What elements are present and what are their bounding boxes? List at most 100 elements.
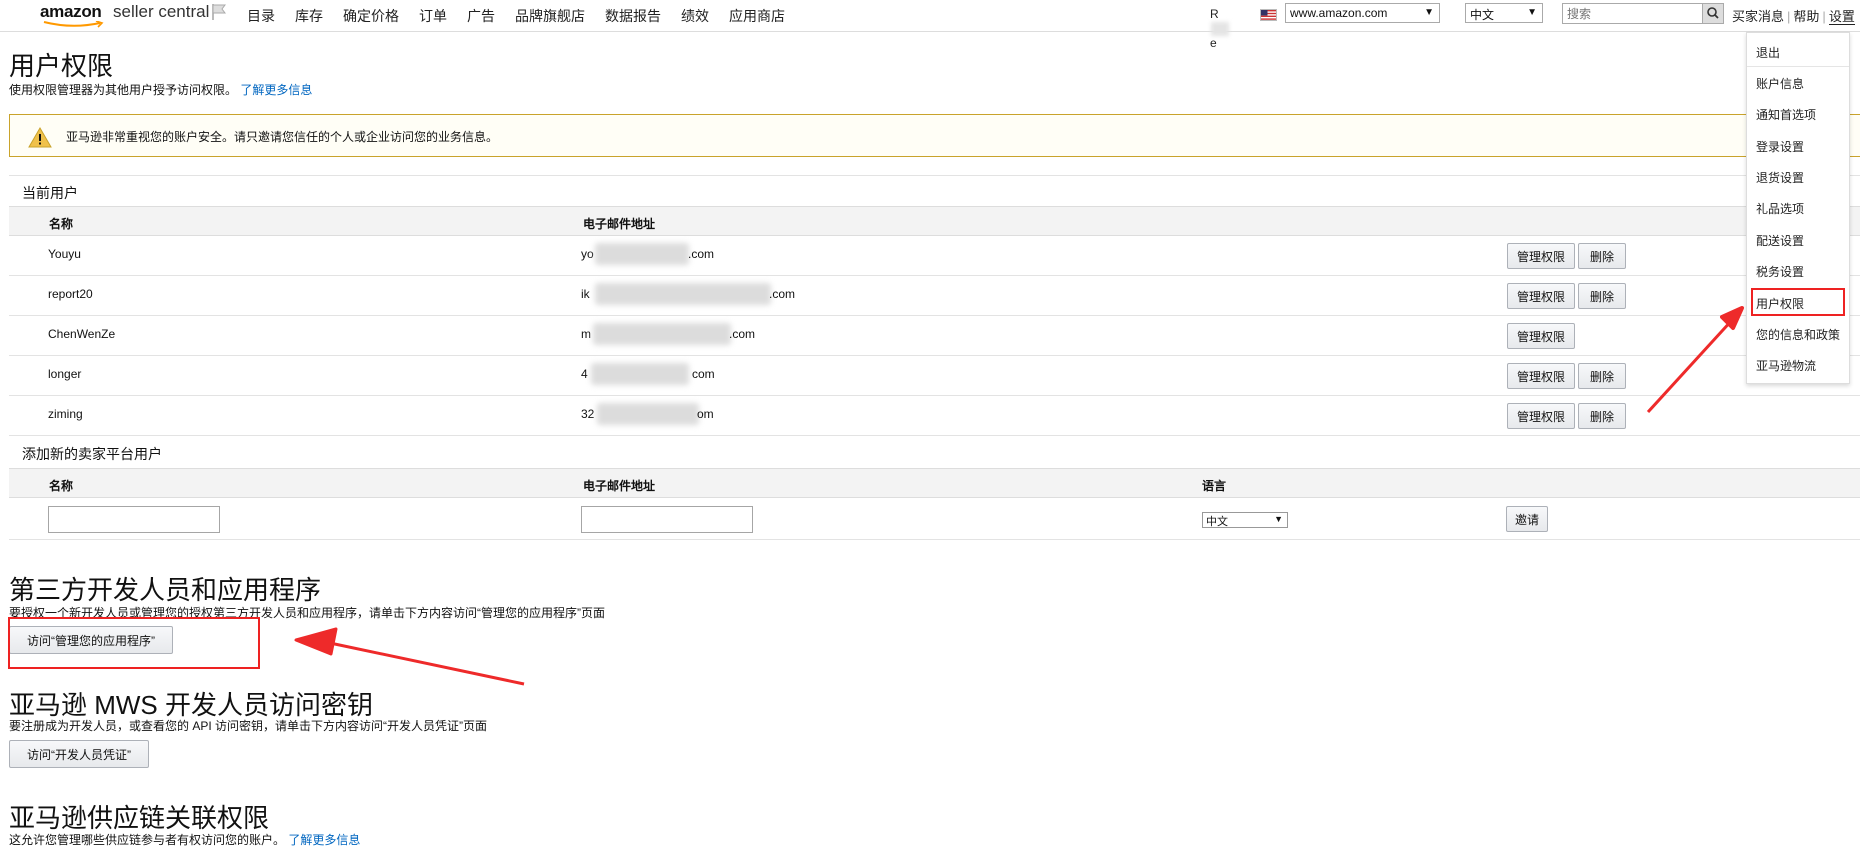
mws-description: 要注册成为开发人员，或查看您的 API 访问密钥，请单击下方内容访问“开发人员凭… <box>9 719 488 733</box>
menu-item-info-and-policies[interactable]: 您的信息和政策 <box>1756 326 1840 343</box>
divider: | <box>1822 9 1826 24</box>
table-row: longer 4 com 管理权限 删除 <box>9 356 1860 396</box>
us-flag-icon <box>1260 9 1277 21</box>
manage-permissions-button[interactable]: 管理权限 <box>1507 283 1575 309</box>
current-users-title: 当前用户 <box>22 185 78 201</box>
menu-item-gift-options[interactable]: 礼品选项 <box>1756 200 1804 217</box>
menu-item-logout[interactable]: 退出 <box>1756 44 1780 61</box>
menu-item-account-info[interactable]: 账户信息 <box>1756 75 1804 92</box>
user-email-end: om <box>697 407 714 421</box>
account-name-partial: Re <box>1210 7 1230 50</box>
new-user-name-input[interactable] <box>48 506 220 533</box>
flag-icon[interactable] <box>210 3 228 21</box>
new-user-email-input[interactable] <box>581 506 753 533</box>
marketplace-select[interactable]: www.amazon.com ▼ <box>1285 3 1440 23</box>
menu-item-return-settings[interactable]: 退货设置 <box>1756 169 1804 186</box>
user-email-end: com <box>692 367 715 381</box>
user-name: longer <box>48 367 82 381</box>
delete-button[interactable]: 删除 <box>1578 403 1626 429</box>
column-header-language: 语言 <box>1202 479 1227 493</box>
user-email-start: yo <box>581 247 594 261</box>
chevron-down-icon: ▼ <box>1274 514 1283 524</box>
user-email-end: .com <box>769 287 796 301</box>
user-name: ziming <box>48 407 83 421</box>
manage-permissions-button[interactable]: 管理权限 <box>1507 323 1575 349</box>
nav-inventory[interactable]: 库存 <box>295 6 323 26</box>
manage-permissions-button[interactable]: 管理权限 <box>1507 243 1575 269</box>
arrow-to-manage-apps <box>294 627 525 686</box>
menu-item-login-settings[interactable]: 登录设置 <box>1756 138 1804 155</box>
search-input[interactable] <box>1562 3 1722 24</box>
supply-chain-learn-more-link[interactable]: 了解更多信息 <box>288 833 360 847</box>
search-icon <box>1707 7 1719 19</box>
table-row: ziming 32 om 管理权限 删除 <box>9 396 1860 436</box>
buyer-messages-link[interactable]: 买家消息 <box>1732 9 1784 24</box>
highlight-box <box>1751 288 1845 316</box>
user-name: ChenWenZe <box>48 327 116 341</box>
language-select[interactable]: 中文 ▼ <box>1465 3 1543 23</box>
user-email-start: 32 <box>581 407 595 421</box>
column-header-name: 名称 <box>49 479 74 493</box>
user-name: report20 <box>48 287 93 301</box>
learn-more-link[interactable]: 了解更多信息 <box>240 83 312 97</box>
menu-item-tax-settings[interactable]: 税务设置 <box>1756 263 1804 280</box>
user-email-end: .com <box>688 247 715 261</box>
new-user-language-select[interactable]: 中文 ▼ <box>1202 512 1288 528</box>
column-header-name: 名称 <box>49 217 74 231</box>
developer-credentials-button[interactable]: 访问“开发人员凭证” <box>9 740 149 768</box>
add-user-row: 中文 ▼ 邀请 <box>9 498 1860 540</box>
redacted-email <box>593 323 731 345</box>
chevron-down-icon: ▼ <box>1424 7 1434 18</box>
current-users-header: 名称 电子邮件地址 <box>9 206 1860 236</box>
supply-chain-title: 亚马逊供应链关联权限 <box>9 803 270 833</box>
column-header-email: 电子邮件地址 <box>583 479 656 493</box>
table-row: ChenWenZe m .com 管理权限 <box>9 316 1860 356</box>
delete-button[interactable]: 删除 <box>1578 363 1626 389</box>
nav-appstore[interactable]: 应用商店 <box>729 6 785 26</box>
menu-item-shipping-settings[interactable]: 配送设置 <box>1756 232 1804 249</box>
table-row: Youyu yo .com 管理权限 删除 <box>9 236 1860 276</box>
nav-reports[interactable]: 数据报告 <box>605 6 661 26</box>
menu-item-fba[interactable]: 亚马逊物流 <box>1756 357 1816 374</box>
manage-permissions-button[interactable]: 管理权限 <box>1507 403 1575 429</box>
amazon-smile-icon <box>43 21 104 28</box>
security-alert: 亚马逊非常重视您的账户安全。请只邀请您信任的个人或企业访问您的业务信息。 <box>9 114 1860 157</box>
settings-dropdown-menu: 退出 账户信息 通知首选项 登录设置 退货设置 礼品选项 配送设置 税务设置 用… <box>1746 32 1850 384</box>
divider: | <box>1787 9 1791 24</box>
delete-button[interactable]: 删除 <box>1578 243 1626 269</box>
supply-chain-description: 这允许您管理哪些供应链参与者有权访问您的账户。 了解更多信息 <box>9 833 361 847</box>
top-navigation-bar: amazon seller central 目录 库存 确定价格 订单 广告 品… <box>0 0 1860 50</box>
redacted-email <box>595 283 771 305</box>
user-email-end: .com <box>729 327 756 341</box>
logo-brand: amazon <box>40 2 102 21</box>
nav-pricing[interactable]: 确定价格 <box>343 6 399 26</box>
column-header-email: 电子邮件地址 <box>583 217 656 231</box>
developers-title: 第三方开发人员和应用程序 <box>9 575 322 605</box>
manage-permissions-button[interactable]: 管理权限 <box>1507 363 1575 389</box>
help-link[interactable]: 帮助 <box>1793 9 1819 24</box>
add-user-header: 名称 电子邮件地址 语言 <box>9 468 1860 498</box>
nav-orders[interactable]: 订单 <box>419 6 447 26</box>
settings-link[interactable]: 设置 <box>1828 9 1855 25</box>
nav-catalog[interactable]: 目录 <box>247 6 275 26</box>
redacted-email <box>591 363 689 385</box>
page-title: 用户权限 <box>9 51 114 81</box>
nav-advertising[interactable]: 广告 <box>467 6 495 26</box>
warning-icon <box>28 127 52 148</box>
chevron-down-icon: ▼ <box>1527 7 1537 18</box>
table-row: report20 ik .com 管理权限 删除 <box>9 276 1860 316</box>
invite-button[interactable]: 邀请 <box>1506 506 1548 532</box>
divider <box>1747 66 1849 67</box>
menu-item-notification-preferences[interactable]: 通知首选项 <box>1756 106 1816 123</box>
top-links: 买家消息 | 帮助 | 设置 <box>1732 6 1855 25</box>
user-email-start: ik <box>581 287 590 301</box>
nav-performance[interactable]: 绩效 <box>681 6 709 26</box>
page-subtitle: 使用权限管理器为其他用户授予访问权限。 了解更多信息 <box>9 83 313 97</box>
highlight-box <box>8 617 260 669</box>
divider <box>9 175 1860 176</box>
user-name: Youyu <box>48 247 81 261</box>
search-button[interactable] <box>1702 3 1724 24</box>
delete-button[interactable]: 删除 <box>1578 283 1626 309</box>
main-nav: 目录 库存 确定价格 订单 广告 品牌旗舰店 数据报告 绩效 应用商店 <box>247 6 785 26</box>
nav-stores[interactable]: 品牌旗舰店 <box>515 6 585 26</box>
